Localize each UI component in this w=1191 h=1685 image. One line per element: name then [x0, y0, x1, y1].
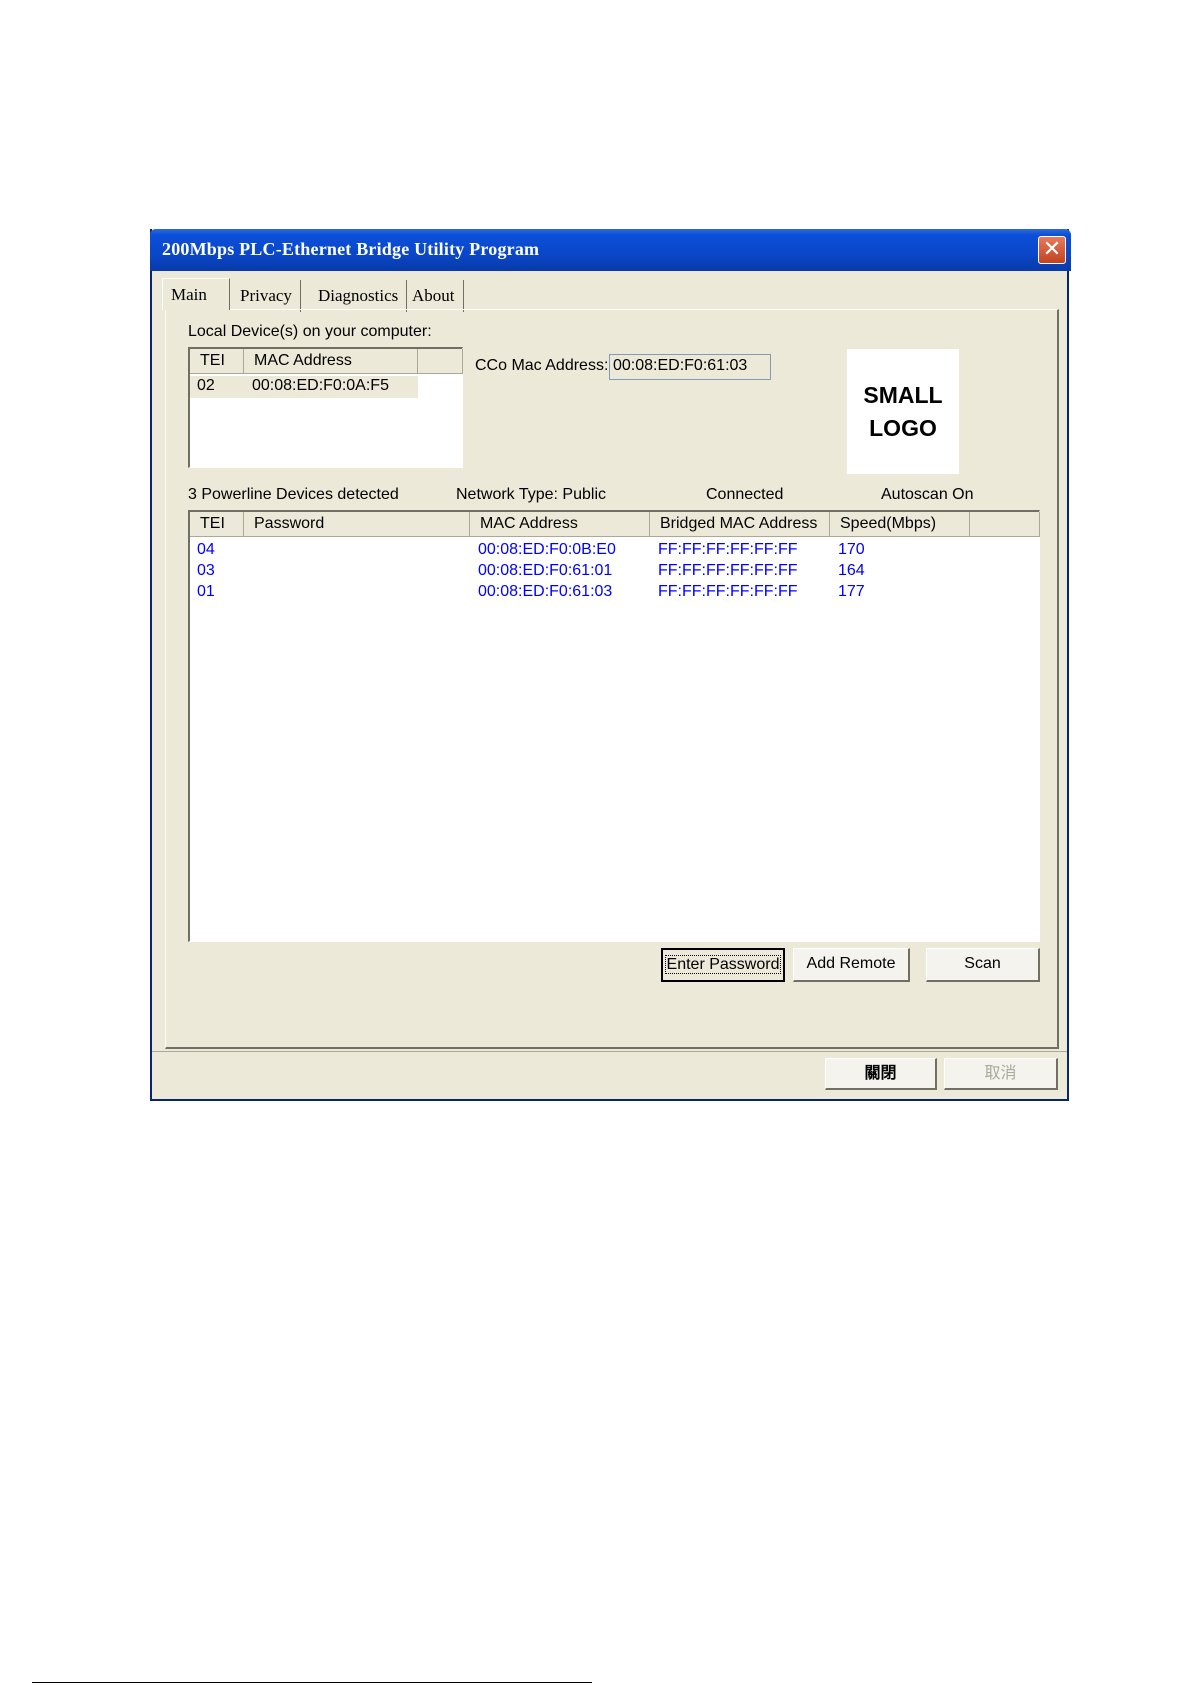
- local-devices-list[interactable]: TEI MAC Address 02 00:08:ED:F0:0A:F5: [188, 347, 463, 468]
- autoscan-status-text: Autoscan On: [881, 486, 974, 503]
- col-mac-address[interactable]: MAC Address: [470, 512, 650, 537]
- window-title: 200Mbps PLC-Ethernet Bridge Utility Prog…: [162, 239, 540, 259]
- table-row[interactable]: 03 00:08:ED:F0:61:01 FF:FF:FF:FF:FF:FF 1…: [190, 562, 1038, 583]
- connection-status-text: Connected: [706, 486, 784, 503]
- local-col-tei[interactable]: TEI: [190, 349, 244, 374]
- row-bridged-mac: FF:FF:FF:FF:FF:FF: [658, 562, 798, 579]
- add-remote-button[interactable]: Add Remote: [793, 948, 910, 982]
- row-tei: 01: [197, 583, 215, 600]
- row-bridged-mac: FF:FF:FF:FF:FF:FF: [658, 541, 798, 558]
- row-speed: 164: [838, 562, 865, 579]
- title-bar[interactable]: 200Mbps PLC-Ethernet Bridge Utility Prog…: [150, 229, 1071, 271]
- local-devices-heading: Local Device(s) on your computer:: [188, 323, 432, 340]
- small-logo: SMALL LOGO: [847, 349, 959, 474]
- tab-privacy[interactable]: Privacy: [232, 280, 301, 312]
- row-bridged-mac: FF:FF:FF:FF:FF:FF: [658, 583, 798, 600]
- enter-password-label: Enter Password: [664, 955, 782, 974]
- col-password[interactable]: Password: [244, 512, 470, 537]
- row-tei: 03: [197, 562, 215, 579]
- close-icon[interactable]: ✕: [1038, 236, 1066, 264]
- enter-password-button[interactable]: Enter Password: [661, 948, 785, 982]
- page-footer-line: [32, 1682, 592, 1683]
- col-bridged-mac[interactable]: Bridged MAC Address: [650, 512, 830, 537]
- local-row-tei: 02: [197, 377, 215, 394]
- list-item[interactable]: 02 00:08:ED:F0:0A:F5: [190, 376, 418, 398]
- row-tei: 04: [197, 541, 215, 558]
- logo-text: SMALL LOGO: [863, 381, 943, 441]
- local-row-mac: 00:08:ED:F0:0A:F5: [252, 377, 389, 394]
- row-mac: 00:08:ED:F0:0B:E0: [478, 541, 616, 558]
- row-mac: 00:08:ED:F0:61:03: [478, 583, 613, 600]
- scan-button[interactable]: Scan: [926, 948, 1040, 982]
- row-speed: 177: [838, 583, 865, 600]
- network-type-text: Network Type: Public: [456, 486, 606, 503]
- cco-label: CCo Mac Address:: [475, 357, 609, 374]
- devices-detected-text: 3 Powerline Devices detected: [188, 486, 399, 503]
- local-col-filler: [418, 349, 463, 374]
- cancel-button[interactable]: 取消: [944, 1058, 1058, 1090]
- close-button[interactable]: 關閉: [825, 1058, 937, 1090]
- col-speed[interactable]: Speed(Mbps): [830, 512, 970, 537]
- powerline-devices-table[interactable]: TEI Password MAC Address Bridged MAC Add…: [188, 510, 1040, 942]
- table-row[interactable]: 04 00:08:ED:F0:0B:E0 FF:FF:FF:FF:FF:FF 1…: [190, 541, 1038, 562]
- cco-mac-field: 00:08:ED:F0:61:03: [609, 354, 771, 380]
- col-filler: [970, 512, 1040, 537]
- local-col-mac[interactable]: MAC Address: [244, 349, 418, 374]
- col-tei[interactable]: TEI: [190, 512, 244, 537]
- row-speed: 170: [838, 541, 865, 558]
- table-row[interactable]: 01 00:08:ED:F0:61:03 FF:FF:FF:FF:FF:FF 1…: [190, 583, 1038, 604]
- row-mac: 00:08:ED:F0:61:01: [478, 562, 613, 579]
- tab-diagnostics[interactable]: Diagnostics: [310, 280, 408, 312]
- divider: [152, 1051, 1067, 1052]
- tab-main[interactable]: Main: [162, 278, 230, 310]
- utility-window: 200Mbps PLC-Ethernet Bridge Utility Prog…: [150, 229, 1071, 1101]
- tab-about[interactable]: About: [404, 280, 464, 312]
